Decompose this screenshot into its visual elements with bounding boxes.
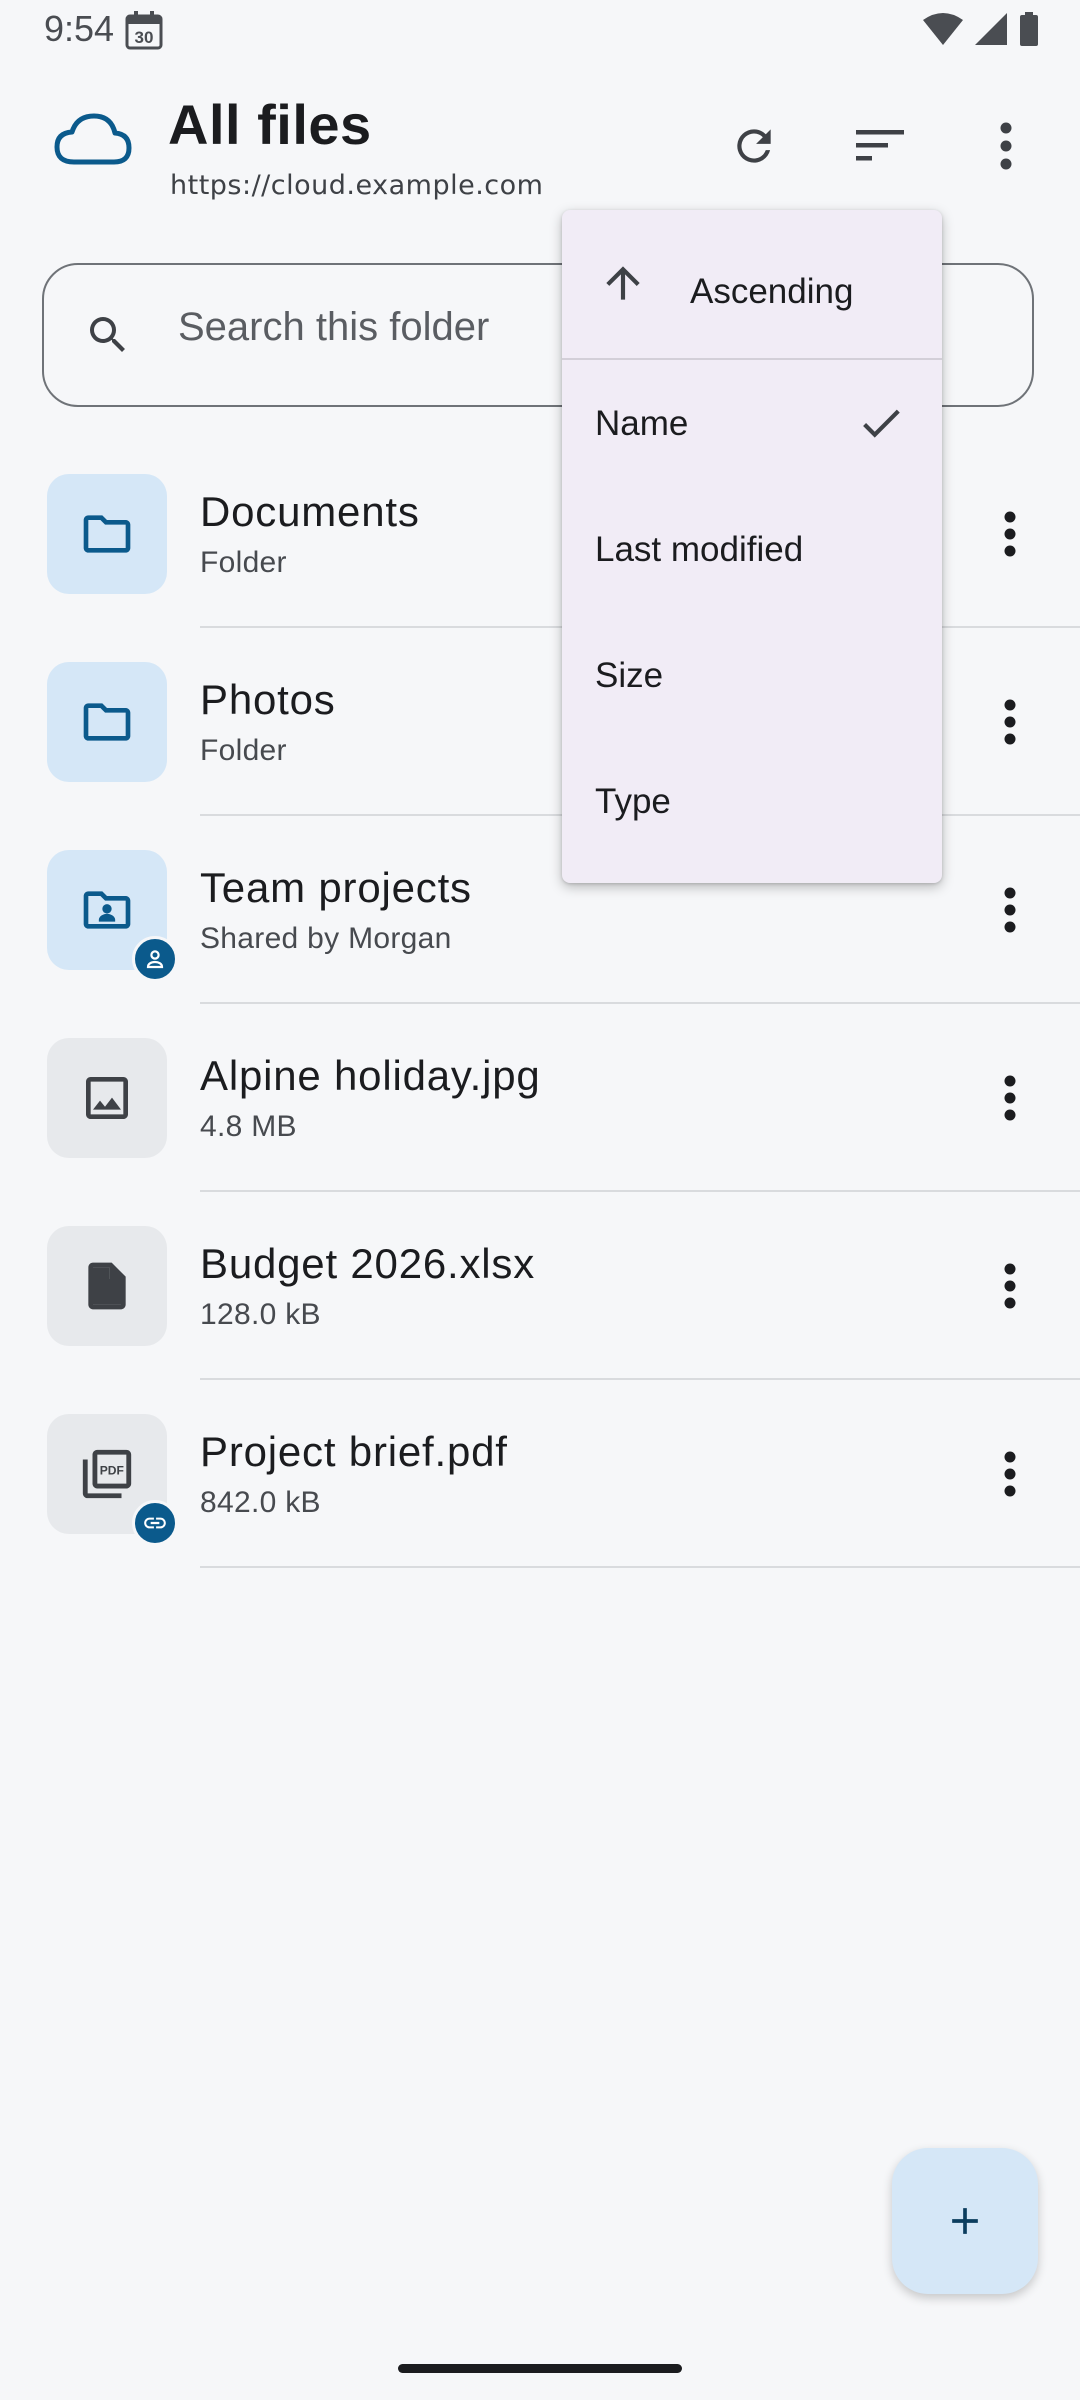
check-icon [856,398,906,453]
file-thumbnail [47,1038,167,1158]
sort-icon [856,130,904,161]
sort-option-name[interactable]: Name [562,360,942,486]
folder-icon [83,703,131,741]
signal-icon [975,13,1007,45]
add-button[interactable] [892,2148,1038,2294]
status-time: 9:54 [44,8,115,49]
svg-text:PDF: PDF [100,1463,124,1477]
item-menu-button[interactable] [978,1066,1042,1130]
more-vert-icon [1004,887,1016,933]
refresh-button[interactable] [722,114,786,178]
file-meta: 4.8 MB [200,1110,297,1143]
document-icon [88,1262,126,1310]
calendar-icon: 30 [124,10,164,55]
list-item[interactable]: Budget 2026.xlsx 128.0 kB [0,1192,1080,1380]
file-name: Project brief.pdf [200,1428,508,1475]
app-bar: All files https://cloud.example.com [0,62,1080,212]
item-menu-button[interactable] [978,878,1042,942]
search-icon [84,311,132,364]
item-menu-button[interactable] [978,690,1042,754]
wifi-icon [923,13,963,45]
divider [200,1566,1080,1568]
folder-icon [83,515,131,553]
more-vert-icon [1004,699,1016,745]
sort-button[interactable] [848,114,912,178]
person-badge-icon [132,936,178,982]
status-bar: 9:54 30 [0,0,1080,62]
cloud-icon [54,112,132,173]
file-meta: Folder [200,734,287,767]
file-name: Team projects [200,864,472,911]
item-menu-button[interactable] [978,1442,1042,1506]
sort-option-size[interactable]: Size [562,612,942,738]
sort-option-type[interactable]: Type [562,738,942,864]
sort-option-label: Last modified [595,530,804,569]
more-vert-icon [1004,1263,1016,1309]
file-name: Documents [200,488,420,535]
overflow-menu-button[interactable] [974,114,1038,178]
page-title: All files [168,93,372,156]
refresh-icon [737,129,771,163]
file-meta: 842.0 kB [200,1486,321,1519]
pdf-icon: PDF [82,1449,132,1499]
file-name: Budget 2026.xlsx [200,1240,536,1287]
add-icon [952,2208,978,2234]
server-url: https://cloud.example.com [170,170,544,201]
file-name: Photos [200,676,336,723]
sort-direction-toggle[interactable]: Ascending [562,210,942,358]
more-vert-icon [1004,1451,1016,1497]
folder-thumbnail [47,474,167,594]
item-menu-button[interactable] [978,1254,1042,1318]
sort-option-label: Name [595,404,689,443]
home-indicator[interactable] [398,2364,682,2373]
more-vert-icon [1004,511,1016,557]
more-vert-icon [1004,1075,1016,1121]
list-item[interactable]: PDF Project brief.pdf 842.0 kB [0,1380,1080,1568]
sort-direction-label: Ascending [690,272,854,311]
link-badge-icon [132,1500,178,1546]
item-menu-button[interactable] [978,502,1042,566]
list-item[interactable]: Alpine holiday.jpg 4.8 MB [0,1004,1080,1192]
image-icon [86,1077,128,1119]
file-meta: Folder [200,546,287,579]
folder-thumbnail [47,662,167,782]
file-thumbnail [47,1226,167,1346]
sort-option-label: Type [595,782,671,821]
shared-folder-icon [83,891,131,929]
sort-option-label: Size [595,656,664,695]
file-name: Alpine holiday.jpg [200,1052,541,1099]
sort-menu: Ascending Name Last modified Size Type [562,210,942,883]
battery-icon [1020,12,1038,46]
arrow-up-icon [598,258,648,313]
calendar-day: 30 [135,28,154,47]
sort-option-last-modified[interactable]: Last modified [562,486,942,612]
more-vert-icon [1000,122,1012,170]
file-meta: 128.0 kB [200,1298,321,1331]
file-meta: Shared by Morgan [200,922,452,955]
